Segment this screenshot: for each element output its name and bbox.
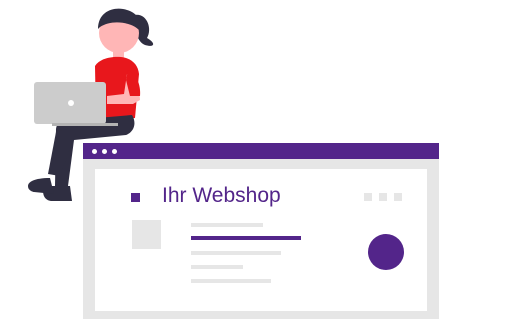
person-with-laptop-icon: [28, 8, 154, 201]
illustration: Ihr Webshop: [0, 0, 505, 321]
